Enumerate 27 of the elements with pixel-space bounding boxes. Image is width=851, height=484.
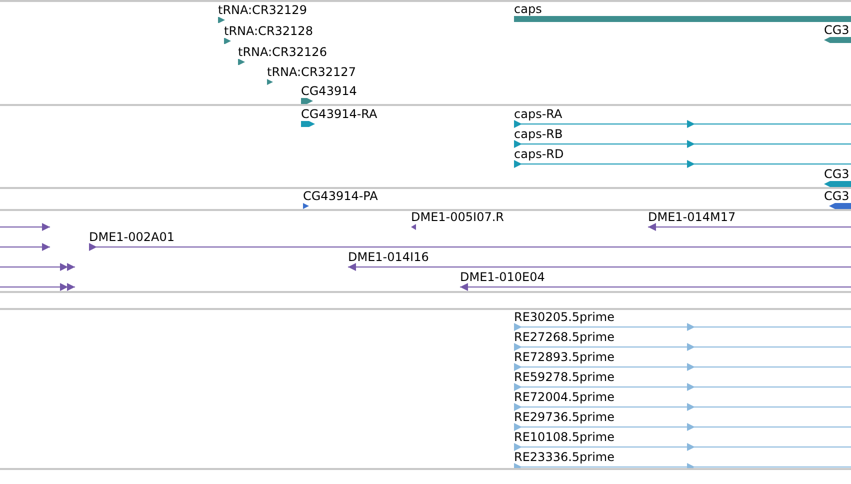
feature-label: RE72004.5prime: [514, 391, 614, 404]
feature-label: CG3: [824, 190, 850, 203]
feature-label: DME1-002A01: [89, 231, 175, 244]
feature-label: RE10108.5prime: [514, 431, 614, 444]
feature-label: tRNA:CR32126: [238, 46, 327, 59]
feature-label: RE30205.5prime: [514, 311, 614, 324]
feature-label: tRNA:CR32127: [267, 66, 356, 79]
feature-label: DME1-014I16: [348, 251, 429, 264]
feature-label: CG43914-RA: [301, 108, 378, 121]
feature-label: CG3: [824, 24, 850, 37]
feature-label: RE72893.5prime: [514, 351, 614, 364]
feature-label: tRNA:CR32128: [224, 25, 313, 38]
feature-label: DME1-005I07.R: [411, 211, 504, 224]
feature-label: DME1-010E04: [460, 271, 545, 284]
feature-label: tRNA:CR32129: [218, 4, 307, 17]
feature-label: RE29736.5prime: [514, 411, 614, 424]
feature-label: CG43914-PA: [303, 190, 378, 203]
feature-label: caps-RB: [514, 128, 563, 141]
feature-label: DME1-014M17: [648, 211, 736, 224]
feature-label: CG43914: [301, 85, 357, 98]
feature-label: RE59278.5prime: [514, 371, 614, 384]
feature-label: RE23336.5prime: [514, 451, 614, 464]
feature-label: CG3: [824, 168, 850, 181]
feature-label: caps-RD: [514, 148, 564, 161]
feature-label: caps-RA: [514, 108, 562, 121]
feature-label: caps: [514, 3, 542, 16]
feature-label: RE27268.5prime: [514, 331, 614, 344]
